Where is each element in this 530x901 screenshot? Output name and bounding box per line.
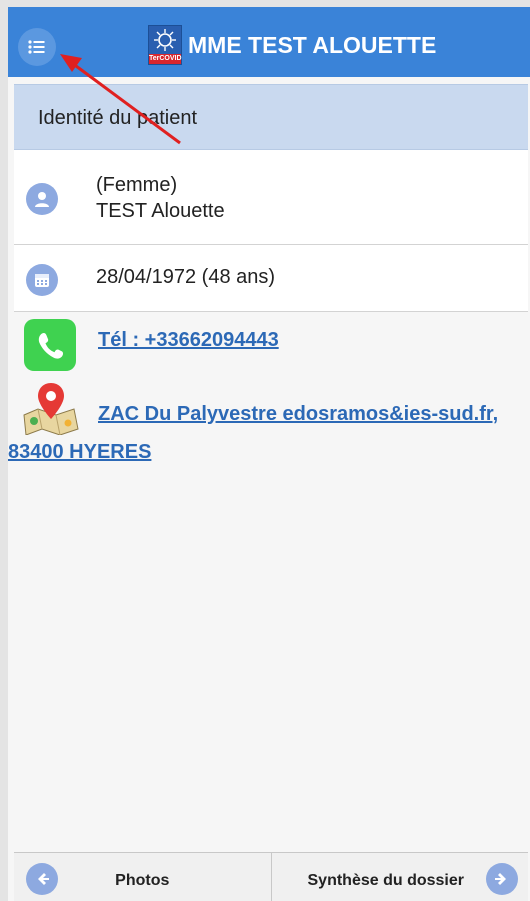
patient-name: TEST Alouette bbox=[96, 200, 225, 222]
synthese-label: Synthèse du dossier bbox=[307, 872, 465, 889]
menu-button[interactable] bbox=[18, 28, 56, 66]
list-icon bbox=[28, 40, 45, 54]
header-title-group: TerCOVID MME TEST ALOUETTE bbox=[148, 25, 436, 65]
person-icon bbox=[26, 183, 58, 215]
patient-gender-row: (Femme) TEST Alouette bbox=[14, 150, 528, 245]
tercovid-logo: TerCOVID bbox=[148, 25, 182, 65]
patient-birth-row: 28/04/1972 (48 ans) bbox=[14, 245, 528, 312]
patient-birthdate: 28/04/1972 (48 ans) bbox=[96, 266, 276, 288]
app-header: TerCOVID MME TEST ALOUETTE bbox=[8, 7, 530, 77]
address-link[interactable]: ZAC Du Palyvestre edosramos&ies-sud.fr, … bbox=[8, 395, 520, 471]
virus-icon bbox=[154, 29, 176, 51]
phone-icon[interactable] bbox=[24, 319, 76, 371]
calendar-icon bbox=[26, 264, 58, 296]
footer-nav: Photos Synthèse du dossier bbox=[14, 852, 528, 901]
phone-link[interactable]: Tél : +33662094443 bbox=[98, 329, 279, 352]
arrow-right-icon bbox=[486, 863, 518, 895]
logo-text: TerCOVID bbox=[149, 54, 182, 64]
arrow-left-icon bbox=[26, 863, 58, 895]
app-screen: TerCOVID MME TEST ALOUETTE Identité du p… bbox=[8, 7, 530, 901]
synthese-button[interactable]: Synthèse du dossier bbox=[271, 852, 528, 901]
section-title: Identité du patient bbox=[14, 84, 528, 150]
photos-button[interactable]: Photos bbox=[14, 852, 272, 901]
patient-gender: (Femme) bbox=[96, 174, 178, 196]
photos-label: Photos bbox=[115, 872, 170, 889]
patient-identity: (Femme) TEST Alouette bbox=[96, 172, 225, 224]
page-title: MME TEST ALOUETTE bbox=[188, 31, 437, 58]
